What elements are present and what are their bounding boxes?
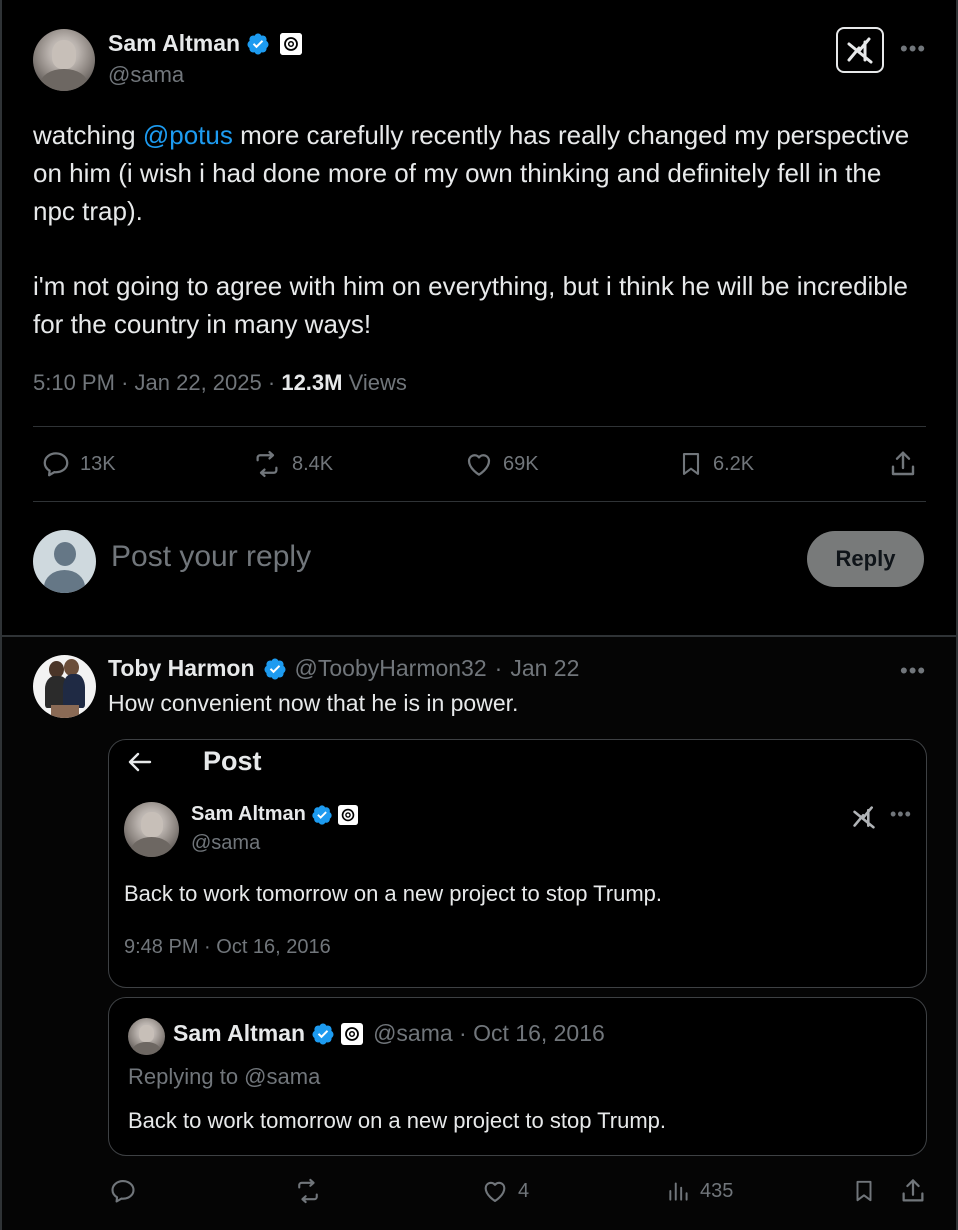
- verified-badge-icon: [312, 804, 332, 825]
- share-icon[interactable]: [898, 1176, 928, 1206]
- repost-icon[interactable]: [292, 1177, 324, 1205]
- embedded-header-title: Post: [203, 746, 262, 776]
- reply-avatar[interactable]: [33, 655, 96, 718]
- reply-handle[interactable]: @ToobyHarmon32: [295, 655, 487, 682]
- avatar[interactable]: [33, 29, 95, 91]
- bookmark-count: 6.2K: [713, 452, 755, 475]
- mention-link[interactable]: @potus: [143, 120, 233, 150]
- author-row: Sam Altman: [108, 30, 303, 57]
- reply-input[interactable]: Post your reply: [111, 540, 311, 574]
- meta-separator: ·: [121, 370, 129, 395]
- reply-views-count: 435: [700, 1179, 734, 1202]
- quoted-replying-to: Replying to @sama: [128, 1064, 321, 1089]
- repost-action[interactable]: 8.4K: [250, 449, 333, 479]
- tweet-time[interactable]: 5:10 PM: [33, 370, 115, 395]
- quoted-text: Back to work tomorrow on a new project t…: [128, 1108, 667, 1133]
- tweet-text: watching @potus more carefully recently …: [33, 116, 913, 230]
- quoted-author-name: Sam Altman: [173, 1020, 306, 1046]
- like-action[interactable]: 69K: [463, 449, 539, 479]
- author-handle[interactable]: @sama: [108, 62, 184, 88]
- analytics-icon: [669, 1182, 688, 1201]
- openai-logo-icon: [337, 804, 358, 825]
- embedded-more-icon: •••: [890, 804, 912, 824]
- bookmark-action[interactable]: 6.2K: [677, 449, 754, 479]
- reply-date[interactable]: Jan 22: [510, 655, 579, 682]
- meta-separator: ·: [267, 370, 276, 395]
- bookmark-icon[interactable]: [851, 1177, 877, 1205]
- embedded-timestamp: 9:48 PM · Oct 16, 2016: [124, 936, 331, 958]
- tweet-date[interactable]: Jan 22, 2025: [135, 370, 262, 395]
- reply-more-options-icon[interactable]: •••: [900, 658, 926, 684]
- meta-separator: ·: [494, 655, 503, 681]
- embedded-author-name: Sam Altman: [191, 803, 306, 825]
- verified-badge-icon: [264, 658, 286, 679]
- share-icon[interactable]: [887, 448, 919, 485]
- verified-badge-icon: [247, 33, 269, 54]
- quoted-tweet[interactable]: Sam Altman @sama · Oct 16, 2016 Replying…: [108, 997, 927, 1156]
- grok-icon[interactable]: [836, 27, 884, 73]
- reply-author-row: Toby Harmon @ToobyHarmon32 · Jan 22: [108, 655, 579, 682]
- like-count: 69K: [503, 452, 539, 475]
- reply-count: 13K: [80, 452, 116, 475]
- verified-badge-icon: [312, 1023, 334, 1044]
- embedded-handle: @sama: [191, 832, 261, 854]
- repost-count: 8.4K: [292, 452, 334, 475]
- reply-icon: [43, 452, 69, 477]
- views-count: 12.3M: [281, 370, 343, 395]
- reply-action[interactable]: 13K: [40, 449, 116, 479]
- quoted-avatar: [128, 1018, 165, 1055]
- reply-like-action[interactable]: 4: [480, 1177, 529, 1205]
- quoted-author-row: Sam Altman @sama · Oct 16, 2016: [173, 1020, 605, 1047]
- user-avatar[interactable]: [33, 530, 96, 593]
- embedded-text: Back to work tomorrow on a new project t…: [124, 881, 663, 906]
- author-name[interactable]: Sam Altman: [108, 30, 240, 57]
- embedded-author-row: Sam Altman: [191, 803, 358, 826]
- reply-author-name[interactable]: Toby Harmon: [108, 655, 255, 682]
- reply-like-count: 4: [518, 1179, 530, 1202]
- grok-icon: [853, 806, 875, 829]
- views-label: Views: [348, 370, 407, 395]
- repost-icon: [256, 451, 278, 477]
- divider: [33, 426, 926, 427]
- tweet-text-part: watching: [33, 120, 143, 150]
- heart-icon: [484, 1181, 506, 1202]
- embedded-screenshot[interactable]: Post Sam Altman @sama ••• Back to work t…: [108, 739, 927, 988]
- tweet-text-paragraph: i'm not going to agree with him on every…: [33, 271, 908, 339]
- reply-views-action[interactable]: 435: [666, 1177, 733, 1205]
- tweet-meta: 5:10 PM · Jan 22, 2025 · 12.3M Views: [33, 370, 407, 396]
- openai-logo-icon: [341, 1022, 364, 1045]
- embedded-avatar: [124, 802, 179, 857]
- quoted-handle-date: @sama · Oct 16, 2016: [373, 1020, 605, 1046]
- heart-icon: [467, 454, 491, 476]
- reply-icon[interactable]: [108, 1177, 138, 1205]
- reply-button[interactable]: Reply: [807, 531, 924, 587]
- openai-logo-icon: [280, 32, 303, 55]
- reply-text: How convenient now that he is in power.: [108, 690, 519, 716]
- divider: [33, 501, 926, 502]
- more-options-icon[interactable]: •••: [900, 36, 926, 62]
- bookmark-icon: [682, 453, 700, 475]
- back-arrow-icon: [128, 752, 152, 772]
